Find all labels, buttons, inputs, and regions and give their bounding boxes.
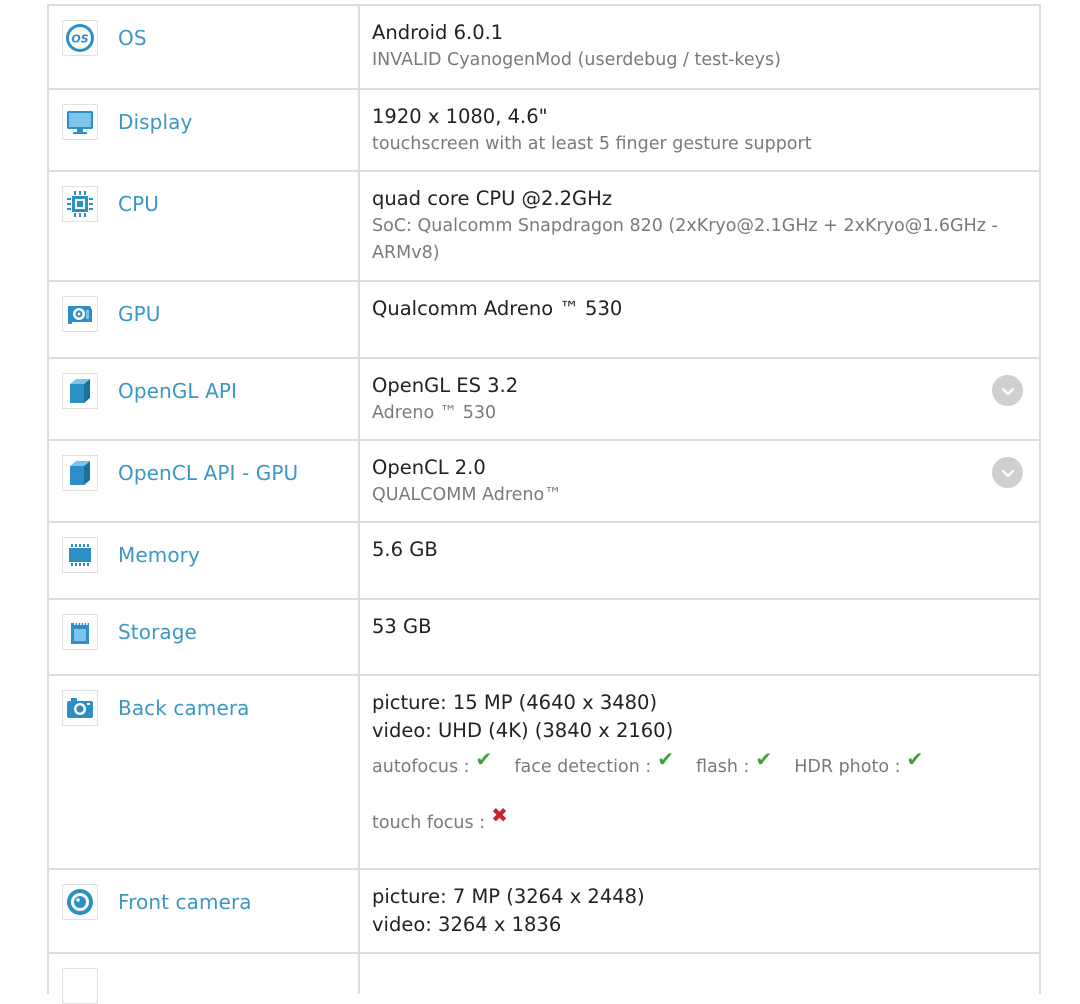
feature-flash: flash : ✔ [696, 747, 773, 777]
front-camera-video: video: 3264 x 1836 [372, 913, 562, 936]
svg-text:OS: OS [71, 33, 88, 46]
spec-row-os: OS OS Android 6.0.1 INVALID CyanogenMod … [49, 6, 1039, 90]
check-icon: ✔ [906, 747, 924, 771]
storage-value: 53 GB [372, 615, 432, 638]
opengl-icon [62, 373, 98, 409]
spec-row-opengl: OpenGL API OpenGL ES 3.2 Adreno ™ 530 [49, 359, 1039, 441]
os-value: Android 6.0.1 [372, 21, 504, 44]
spec-row-next [49, 954, 1039, 1004]
storage-label: Storage [118, 620, 197, 644]
opencl-expand-button[interactable] [992, 457, 1023, 488]
opengl-expand-button[interactable] [992, 375, 1023, 406]
gpu-icon [62, 296, 98, 332]
display-label: Display [118, 110, 193, 134]
os-icon: OS [62, 20, 98, 56]
front-camera-label: Front camera [118, 890, 252, 914]
gpu-label: GPU [118, 302, 161, 326]
cpu-detail: SoC: Qualcomm Snapdragon 820 (2xKryo@2.1… [372, 216, 998, 263]
cpu-label: CPU [118, 192, 159, 216]
next-row-icon [62, 968, 98, 1004]
opencl-label: OpenCL API - GPU [118, 461, 299, 485]
check-icon: ✔ [657, 747, 675, 771]
back-camera-picture: picture: 15 MP (4640 x 3480) [372, 691, 658, 714]
opencl-detail: QUALCOMM Adreno™ [372, 485, 562, 505]
front-camera-picture: picture: 7 MP (3264 x 2448) [372, 885, 645, 908]
opengl-label: OpenGL API [118, 379, 238, 403]
spec-row-gpu: GPU Qualcomm Adreno ™ 530 [49, 282, 1039, 359]
opencl-icon [62, 455, 98, 491]
spec-row-storage: Storage 53 GB [49, 600, 1039, 676]
display-icon [62, 104, 98, 140]
spec-row-back-camera: Back camera picture: 15 MP (4640 x 3480)… [49, 676, 1039, 870]
check-icon: ✔ [755, 747, 773, 771]
camera-features: autofocus : ✔ face detection : ✔ flash : ✔ HDR… [372, 747, 1019, 779]
cpu-icon [62, 186, 98, 222]
spec-row-display: Display 1920 x 1080, 4.6" touchscreen wi… [49, 90, 1039, 172]
camera-icon [62, 690, 98, 726]
feature-touch-focus: touch focus : ✖ [372, 803, 508, 833]
display-value: 1920 x 1080, 4.6" [372, 105, 548, 128]
opencl-value: OpenCL 2.0 [372, 456, 486, 479]
display-detail: touchscreen with at least 5 finger gestu… [372, 134, 812, 154]
feature-hdr-photo: HDR photo : ✔ [794, 747, 924, 777]
spec-row-cpu: CPU quad core CPU @2.2GHz SoC: Qualcomm … [49, 172, 1039, 282]
memory-value: 5.6 GB [372, 538, 438, 561]
spec-row-memory: Memory 5.6 GB [49, 523, 1039, 600]
chevron-down-icon [1001, 469, 1014, 477]
specs-table: OS OS Android 6.0.1 INVALID CyanogenMod … [47, 4, 1041, 1004]
cpu-value: quad core CPU @2.2GHz [372, 187, 613, 210]
cross-icon: ✖ [491, 803, 508, 827]
spec-row-opencl: OpenCL API - GPU OpenCL 2.0 QUALCOMM Adr… [49, 441, 1039, 523]
storage-icon [62, 614, 98, 650]
spec-row-front-camera: Front camera picture: 7 MP (3264 x 2448)… [49, 870, 1039, 954]
os-label: OS [118, 26, 147, 50]
back-camera-label: Back camera [118, 696, 250, 720]
back-camera-video: video: UHD (4K) (3840 x 2160) [372, 719, 674, 742]
feature-face-detection: face detection : ✔ [514, 747, 675, 777]
opengl-detail: Adreno ™ 530 [372, 403, 497, 423]
feature-autofocus: autofocus : ✔ [372, 747, 493, 777]
chevron-down-icon [1001, 387, 1014, 395]
gpu-value: Qualcomm Adreno ™ 530 [372, 297, 623, 320]
memory-icon [62, 537, 98, 573]
opengl-value: OpenGL ES 3.2 [372, 374, 519, 397]
front-camera-icon [62, 884, 98, 920]
memory-label: Memory [118, 543, 200, 567]
os-detail: INVALID CyanogenMod (userdebug / test-ke… [372, 50, 781, 70]
check-icon: ✔ [475, 747, 493, 771]
